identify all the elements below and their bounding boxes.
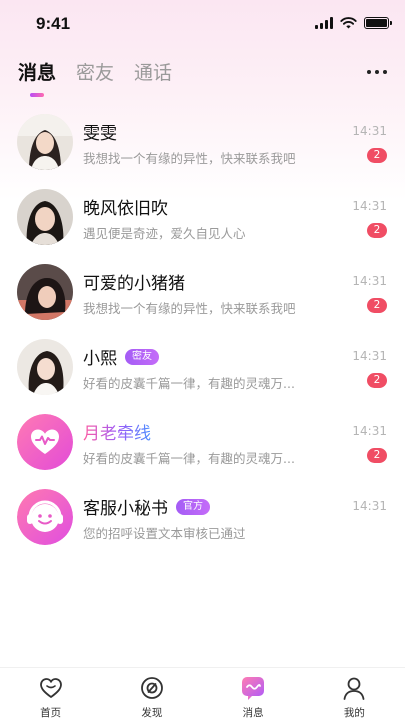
conversation-item[interactable]: 雯雯 我想找一个有缘的异性，快来联系我吧 14:31 2 [0,107,405,182]
nav-label: 我的 [343,707,365,719]
cellular-signal-icon [315,16,333,29]
conversation-item[interactable]: 月老牵线 好看的皮囊千篇一律，有趣的灵魂万... 14:31 2 [0,407,405,482]
close-friend-tag: 密友 [125,348,159,365]
conversation-item[interactable]: 小熙 密友 好看的皮囊千篇一律，有趣的灵魂万... 14:31 2 [0,332,405,407]
conversation-list: 雯雯 我想找一个有缘的异性，快来联系我吧 14:31 2 晚风依旧吹 遇见便是奇… [0,107,405,557]
unread-badge: 2 [367,373,387,388]
message-preview: 好看的皮囊千篇一律，有趣的灵魂万... [83,451,295,466]
nav-label: 消息 [242,707,264,719]
battery-icon [364,16,392,29]
message-icon [242,677,265,700]
message-time: 14:31 [352,424,387,438]
heart-icon [39,678,62,698]
official-tag: 官方 [176,498,210,515]
nav-label: 发现 [141,707,163,719]
conversation-item[interactable]: 客服小秘书 官方 您的招呼设置文本审核已通过 14:31 [0,482,405,557]
top-tabs: 消息 密友 通话 [18,58,192,85]
unread-badge: 2 [367,298,387,313]
message-preview: 遇见便是奇迹，爱久自见人心 [83,226,246,241]
message-time: 14:31 [352,199,387,213]
message-time: 14:31 [352,349,387,363]
conversation-item[interactable]: 晚风依旧吹 遇见便是奇迹，爱久自见人心 14:31 2 [0,182,405,257]
status-icons [315,16,392,29]
headset-smile-icon [17,489,73,545]
wifi-icon [340,17,357,29]
matchmaker-avatar [17,414,73,470]
status-time: 9:41 [36,14,71,33]
heart-wave-icon [17,414,73,470]
more-options-button[interactable] [367,70,387,74]
tab-messages[interactable]: 消息 [18,58,56,85]
tab-close-friends[interactable]: 密友 [76,58,114,85]
message-preview: 您的招呼设置文本审核已通过 [83,526,246,541]
avatar [17,189,73,245]
message-time: 14:31 [352,274,387,288]
tab-calls[interactable]: 通话 [134,58,172,85]
status-bar: 9:41 [0,0,405,48]
person-icon [343,677,365,700]
discover-icon [140,677,163,699]
customer-service-avatar [17,489,73,545]
message-time: 14:31 [352,124,387,138]
message-preview: 我想找一个有缘的异性，快来联系我吧 [83,301,296,316]
contact-name: 月老牵线 [83,419,151,444]
nav-discover[interactable]: 发现 [101,668,202,720]
unread-badge: 2 [367,223,387,238]
message-time: 14:31 [352,499,387,513]
contact-name: 雯雯 [83,124,117,144]
unread-badge: 2 [367,148,387,163]
avatar [17,114,73,170]
nav-label: 首页 [40,707,62,719]
avatar [17,339,73,395]
message-preview: 好看的皮囊千篇一律，有趣的灵魂万... [83,376,295,391]
contact-name: 客服小秘书 [83,499,168,519]
message-preview: 我想找一个有缘的异性，快来联系我吧 [83,151,296,166]
contact-name: 可爱的小猪猪 [83,274,185,294]
nav-home[interactable]: 首页 [0,668,101,720]
avatar [17,264,73,320]
conversation-item[interactable]: 可爱的小猪猪 我想找一个有缘的异性，快来联系我吧 14:31 2 [0,257,405,332]
contact-name: 小熙 [83,349,117,369]
contact-name: 晚风依旧吹 [83,199,168,219]
unread-badge: 2 [367,448,387,463]
nav-profile[interactable]: 我的 [304,668,405,720]
bottom-navigation: 首页 发现 消息 我的 [0,667,405,720]
nav-messages[interactable]: 消息 [203,668,304,720]
